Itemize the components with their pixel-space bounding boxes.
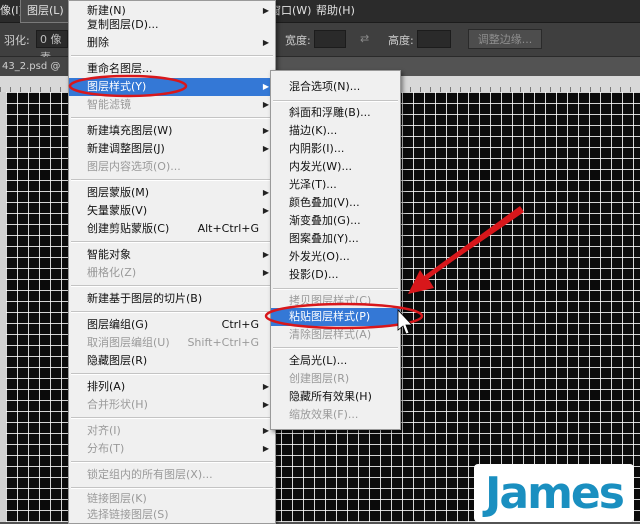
menu-item-layer-content-options[interactable]: 图层内容选项(O)... — [69, 158, 275, 176]
menu-item-duplicate-layer[interactable]: 复制图层(D)... — [69, 16, 275, 34]
menu-item-align[interactable]: 对齐(I) ▶ — [69, 422, 275, 440]
feather-label: 羽化: — [4, 34, 30, 47]
submenu-arrow-icon: ▶ — [262, 250, 269, 259]
menu-separator — [71, 179, 273, 181]
watermark-letter-j: J — [485, 467, 501, 519]
submenu-arrow-icon: ▶ — [262, 188, 269, 197]
width-label: 宽度: — [285, 34, 311, 47]
layer-style-submenu: 混合选项(N)... 斜面和浮雕(B)... 描边(K)... 内阴影(I)..… — [270, 70, 401, 430]
menu-item-distribute[interactable]: 分布(T) ▶ — [69, 440, 275, 458]
menu-item-vector-mask[interactable]: 矢量蒙版(V) ▶ — [69, 202, 275, 220]
menu-item-rasterize[interactable]: 栅格化(Z) ▶ — [69, 264, 275, 282]
submenu-item-stroke[interactable]: 描边(K)... — [271, 122, 400, 140]
menu-separator — [71, 461, 273, 463]
submenu-item-scale-effects[interactable]: 缩放效果(F)... — [271, 406, 400, 424]
width-input[interactable] — [314, 30, 346, 48]
submenu-item-outer-glow[interactable]: 外发光(O)... — [271, 248, 400, 266]
submenu-item-paste-layer-style[interactable]: 粘贴图层样式(P) — [271, 308, 400, 326]
menu-separator — [273, 100, 398, 102]
layer-menu-dropdown: 新建(N) ▶ 复制图层(D)... 删除 ▶ 重命名图层... 图层样式(Y) ▶ … — [68, 0, 276, 524]
menu-item-hide-layers[interactable]: 隐藏图层(R) — [69, 352, 275, 370]
submenu-item-inner-shadow[interactable]: 内阴影(I)... — [271, 140, 400, 158]
menu-item-layer-style[interactable]: 图层样式(Y) ▶ — [69, 78, 275, 96]
submenu-item-pattern-overlay[interactable]: 图案叠加(Y)... — [271, 230, 400, 248]
menu-item-ungroup-layers[interactable]: 取消图层编组(U) Shift+Ctrl+G — [69, 334, 275, 352]
menu-separator — [71, 241, 273, 243]
submenu-item-create-layers[interactable]: 创建图层(R) — [271, 370, 400, 388]
submenu-item-satin[interactable]: 光泽(T)... — [271, 176, 400, 194]
menu-help[interactable]: 帮助(H) — [316, 0, 355, 22]
menu-item-new-fill-layer[interactable]: 新建填充图层(W) ▶ — [69, 122, 275, 140]
menu-separator — [273, 347, 398, 349]
menu-item-create-clipping-mask[interactable]: 创建剪贴蒙版(C) Alt+Ctrl+G — [69, 220, 275, 238]
menu-item-new-adjustment-layer[interactable]: 新建调整图层(J) ▶ — [69, 140, 275, 158]
shortcut-label: Ctrl+G — [221, 318, 259, 331]
james-watermark-logo: James — [474, 464, 634, 522]
submenu-arrow-icon: ▶ — [262, 382, 269, 391]
swap-icon[interactable]: ⇄ — [360, 32, 369, 45]
height-input[interactable] — [417, 30, 451, 48]
submenu-arrow-icon: ▶ — [262, 400, 269, 409]
refine-edge-button[interactable]: 调整边缘... — [468, 29, 542, 49]
submenu-item-gradient-overlay[interactable]: 渐变叠加(G)... — [271, 212, 400, 230]
menu-separator — [71, 285, 273, 287]
submenu-arrow-icon: ▶ — [262, 268, 269, 277]
submenu-item-color-overlay[interactable]: 颜色叠加(V)... — [271, 194, 400, 212]
watermark-text: ames — [499, 467, 625, 519]
menu-separator — [71, 117, 273, 119]
menu-item-delete[interactable]: 删除 ▶ — [69, 34, 275, 52]
menu-layer[interactable]: 图层(L) — [20, 0, 71, 23]
submenu-arrow-icon: ▶ — [262, 426, 269, 435]
submenu-arrow-icon: ▶ — [262, 444, 269, 453]
submenu-arrow-icon: ▶ — [262, 82, 269, 91]
menu-item-group-layers[interactable]: 图层编组(G) Ctrl+G — [69, 316, 275, 334]
shortcut-label: Shift+Ctrl+G — [187, 336, 259, 349]
menu-image-partial[interactable]: 像(I) — [0, 0, 23, 22]
submenu-item-blending-options[interactable]: 混合选项(N)... — [271, 78, 400, 96]
menu-item-smart-filter[interactable]: 智能滤镜 ▶ — [69, 96, 275, 114]
document-tab[interactable]: 43_2.psd @ 66. — [0, 57, 70, 91]
submenu-item-drop-shadow[interactable]: 投影(D)... — [271, 266, 400, 284]
menu-item-select-linked-layers[interactable]: 选择链接图层(S) — [69, 506, 275, 524]
feather-input[interactable]: 0 像素 — [36, 30, 68, 64]
menu-item-new-layer-based-slice[interactable]: 新建基于图层的切片(B) — [69, 290, 275, 308]
menu-item-rename-layer[interactable]: 重命名图层... — [69, 60, 275, 78]
menu-separator — [71, 311, 273, 313]
menu-separator — [71, 487, 273, 489]
submenu-item-global-light[interactable]: 全局光(L)... — [271, 352, 400, 370]
submenu-item-bevel-emboss[interactable]: 斜面和浮雕(B)... — [271, 104, 400, 122]
shortcut-label: Alt+Ctrl+G — [197, 222, 259, 235]
submenu-arrow-icon: ▶ — [262, 144, 269, 153]
submenu-item-hide-all-effects[interactable]: 隐藏所有效果(H) — [271, 388, 400, 406]
submenu-item-clear-layer-style[interactable]: 清除图层样式(A) — [271, 326, 400, 344]
menu-item-arrange[interactable]: 排列(A) ▶ — [69, 378, 275, 396]
submenu-item-inner-glow[interactable]: 内发光(W)... — [271, 158, 400, 176]
submenu-arrow-icon: ▶ — [262, 206, 269, 215]
menu-separator — [71, 373, 273, 375]
menu-item-layer-mask[interactable]: 图层蒙版(M) ▶ — [69, 184, 275, 202]
submenu-arrow-icon: ▶ — [262, 38, 269, 47]
submenu-arrow-icon: ▶ — [262, 126, 269, 135]
submenu-arrow-icon: ▶ — [262, 100, 269, 109]
menu-item-combine-shapes[interactable]: 合并形状(H) ▶ — [69, 396, 275, 414]
menu-item-lock-all-layers-in-group[interactable]: 锁定组内的所有图层(X)... — [69, 466, 275, 484]
menu-separator — [71, 55, 273, 57]
menu-window-partial[interactable]: 窗口(W) — [270, 0, 311, 22]
height-label: 高度: — [388, 34, 414, 47]
menu-separator — [71, 417, 273, 419]
menu-separator — [273, 288, 398, 290]
menu-item-smart-object[interactable]: 智能对象 ▶ — [69, 246, 275, 264]
